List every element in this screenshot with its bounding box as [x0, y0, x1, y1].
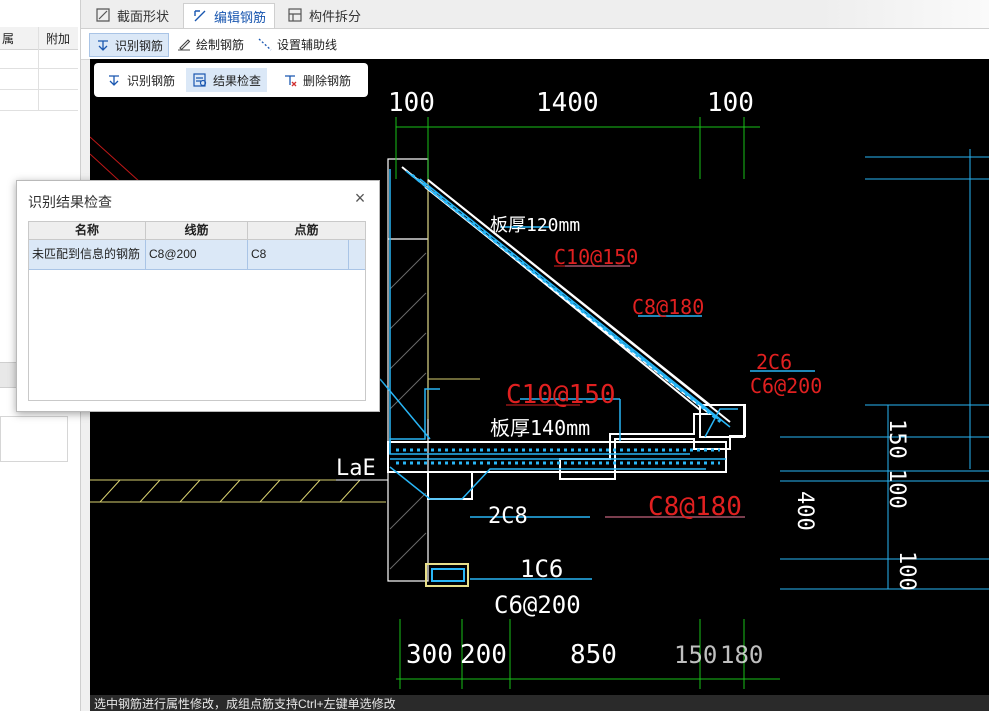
dim-right-150: 150 — [884, 419, 909, 459]
result-check-dialog: 识别结果检查 × 名称 线筋 点筋 未匹配到信息的钢筋 C8@200 C8 — [16, 180, 380, 412]
label-c10-150-mid: C10@150 — [506, 380, 616, 410]
dim-top-100-right: 100 — [707, 88, 754, 118]
col-header-name[interactable]: 名称 — [29, 222, 146, 240]
status-bar: 选中钢筋进行属性修改，成组点筋支持Ctrl+左键单选修改 — [90, 695, 989, 711]
close-button[interactable]: × — [351, 189, 369, 207]
delete-rebar-icon — [285, 75, 297, 87]
cell-line-rebar[interactable]: C8@200 — [146, 240, 248, 269]
col-extra: 附加 — [46, 32, 71, 46]
button-label: 识别钢筋 — [127, 73, 176, 88]
component-split-icon — [288, 8, 302, 22]
dim-bottom-850: 850 — [570, 640, 617, 670]
sub-identify-rebar-button[interactable]: 识别钢筋 — [100, 68, 181, 92]
property-table-header: 属 附加 — [0, 27, 78, 50]
dim-right-100-lower: 100 — [894, 551, 919, 591]
dim-right-400: 400 — [792, 491, 817, 531]
status-text: 选中钢筋进行属性修改，成组点筋支持Ctrl+左键单选修改 — [94, 697, 396, 711]
dialog-title: 识别结果检查 — [28, 194, 112, 210]
col-label: 属 — [2, 32, 15, 46]
guide-line-button[interactable]: 设置辅助线 — [252, 33, 342, 55]
dim-bottom-200: 200 — [460, 640, 507, 670]
dim-bottom-300: 300 — [406, 640, 453, 670]
cell-point-rebar[interactable]: C8 — [248, 240, 349, 269]
col-header-line-rebar[interactable]: 线筋 — [146, 222, 248, 240]
button-label: 识别钢筋 — [115, 38, 164, 53]
button-label: 删除钢筋 — [303, 73, 352, 88]
tab-component-split[interactable]: 构件拆分 — [279, 3, 369, 27]
edit-rebar-icon — [194, 10, 206, 22]
left-panel-box — [0, 416, 68, 462]
label-2c8: 2C8 — [488, 504, 528, 529]
button-label: 绘制钢筋 — [196, 37, 245, 52]
dim-top-100-left: 100 — [388, 88, 435, 118]
result-table: 名称 线筋 点筋 未匹配到信息的钢筋 C8@200 C8 — [28, 221, 366, 401]
label-2c6: 2C6 — [756, 350, 792, 374]
dim-top-1400: 1400 — [536, 88, 599, 118]
close-icon: × — [354, 188, 366, 208]
identify-rebar-button[interactable]: 识别钢筋 — [89, 33, 170, 57]
tab-label: 截面形状 — [117, 8, 170, 24]
result-check-button[interactable]: 结果检查 — [186, 68, 268, 92]
label-c6-200-bottom: C6@200 — [494, 591, 581, 619]
draw-rebar-icon — [178, 39, 191, 51]
draw-rebar-button[interactable]: 绘制钢筋 — [171, 33, 249, 55]
rebar-subtoolbar: 识别钢筋 结果检查 删除钢筋 — [94, 63, 368, 97]
tab-edit-rebar[interactable]: 编辑钢筋 — [183, 3, 276, 28]
delete-rebar-button[interactable]: 删除钢筋 — [276, 68, 357, 92]
tab-bar: 截面形状 编辑钢筋 构件拆分 — [81, 0, 989, 29]
label-lae: LaE — [336, 456, 376, 481]
tab-section-shape[interactable]: 截面形状 — [87, 3, 177, 27]
label-1c6: 1C6 — [520, 555, 563, 583]
col-header-point-rebar[interactable]: 点筋 — [248, 222, 365, 240]
result-check-icon — [193, 73, 207, 87]
identify-rebar-icon — [109, 75, 119, 86]
guide-line-icon — [258, 38, 272, 51]
main-toolbar: 识别钢筋 绘制钢筋 设置辅助线 — [81, 29, 989, 60]
label-c10-150-top: C10@150 — [554, 245, 638, 269]
identify-rebar-icon — [98, 40, 108, 51]
dim-right-100-upper: 100 — [884, 469, 909, 509]
cell-name[interactable]: 未匹配到信息的钢筋 — [29, 240, 146, 269]
button-label: 设置辅助线 — [277, 37, 338, 52]
label-c8-180-bottom: C8@180 — [648, 492, 742, 522]
section-shape-icon — [96, 8, 110, 22]
tab-label: 编辑钢筋 — [214, 9, 267, 25]
tab-label: 构件拆分 — [309, 8, 362, 24]
label-c8-180-top: C8@180 — [632, 295, 704, 319]
label-c6-200-right: C6@200 — [750, 374, 822, 398]
dim-bottom-180: 180 — [720, 641, 763, 669]
button-label: 结果检查 — [213, 73, 262, 88]
label-slab-thick-140: 板厚140mm — [490, 416, 590, 440]
label-slab-thick-120: 板厚120mm — [490, 215, 580, 236]
dim-bottom-150: 150 — [674, 641, 717, 669]
